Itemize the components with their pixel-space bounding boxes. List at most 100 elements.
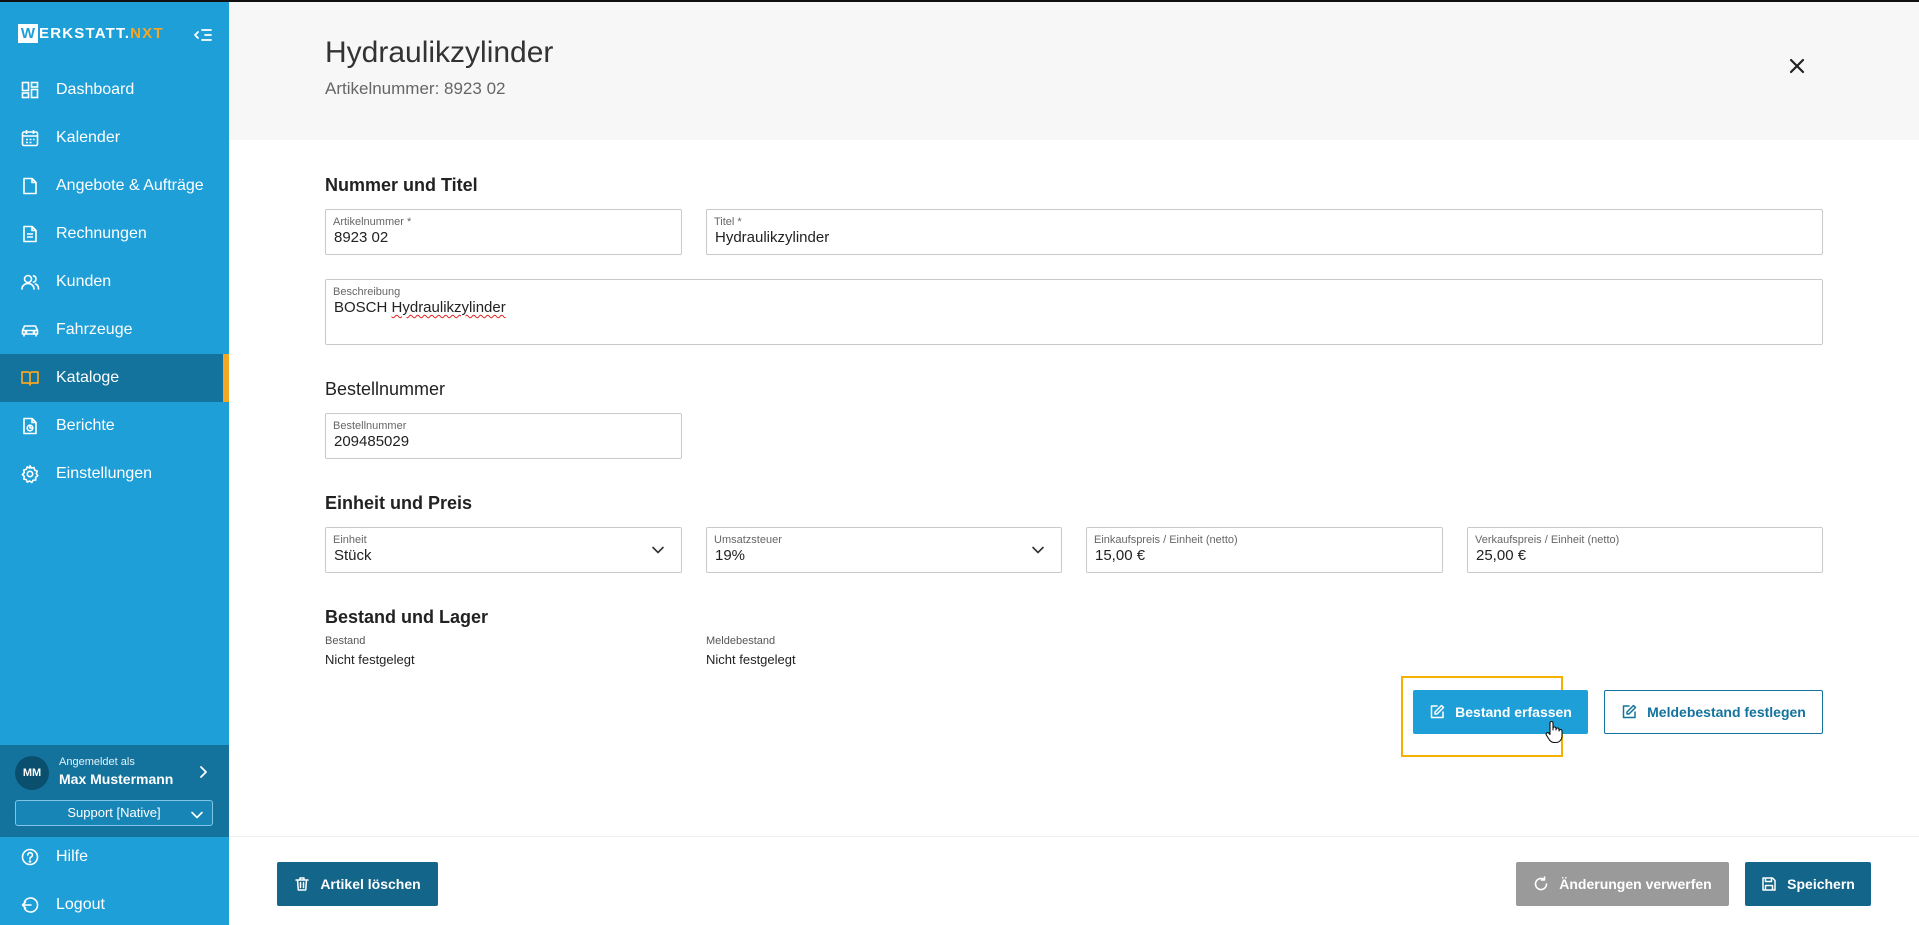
- field-value: Stück: [334, 547, 372, 564]
- field-label: Bestellnummer: [333, 420, 407, 432]
- save-icon: [1761, 876, 1777, 892]
- sidebar-item-kunden[interactable]: Kunden: [0, 258, 229, 306]
- meldebestand-value: Nicht festgelegt: [706, 652, 796, 667]
- section-title-bestand-lager: Bestand und Lager: [325, 607, 489, 627]
- titel-field[interactable]: Titel * Hydraulikzylinder: [706, 209, 1823, 255]
- edit-icon: [1621, 704, 1637, 720]
- einkaufspreis-field[interactable]: Einkaufspreis / Einheit (netto) 15,00 €: [1086, 527, 1443, 573]
- close-icon[interactable]: [1787, 56, 1807, 76]
- chevron-right-icon[interactable]: [196, 764, 210, 780]
- collapse-sidebar-icon[interactable]: [193, 25, 213, 45]
- field-value: 209485029: [334, 433, 410, 450]
- sidebar-item-rechnungen[interactable]: Rechnungen: [0, 210, 229, 258]
- sidebar-item-label: Kataloge: [56, 369, 120, 386]
- gear-icon: [20, 464, 40, 484]
- article-detail-panel: Hydraulikzylinder Artikelnummer: 8923 02…: [229, 0, 1919, 925]
- help-icon: [20, 847, 40, 867]
- field-value: 19%: [715, 547, 746, 564]
- artikelnummer-field[interactable]: Artikelnummer * 8923 02: [325, 209, 682, 255]
- edit-icon: [1429, 704, 1445, 720]
- field-label: Einheit: [333, 534, 367, 546]
- field-label: Beschreibung: [333, 286, 401, 298]
- discard-changes-button[interactable]: Änderungen verwerfen: [1516, 862, 1729, 906]
- button-label: Meldebestand festlegen: [1647, 704, 1806, 720]
- sidebar-item-label: Einstellungen: [56, 465, 153, 482]
- sidebar: W ERKSTATT. NXT Dashboard Kalender Angeb…: [0, 0, 229, 925]
- spellcheck-word: Hydraulikzylinder: [391, 299, 506, 316]
- field-value: Hydraulikzylinder: [715, 229, 830, 246]
- sidebar-item-kataloge[interactable]: Kataloge: [0, 354, 229, 402]
- field-value: 8923 02: [334, 229, 389, 246]
- field-label: Umsatzsteuer: [714, 534, 782, 546]
- sidebar-item-label: Logout: [56, 896, 105, 913]
- button-label: Änderungen verwerfen: [1559, 876, 1712, 892]
- sidebar-bottom-nav: Hilfe Logout: [0, 833, 229, 925]
- meldebestand-label: Meldebestand: [706, 635, 776, 647]
- delete-article-button[interactable]: Artikel löschen: [277, 862, 438, 906]
- report-icon: [20, 416, 40, 436]
- sidebar-nav: Dashboard Kalender Angebote & Aufträge R…: [0, 66, 229, 498]
- user-caption: Angemeldet als: [59, 756, 135, 768]
- sidebar-item-hilfe[interactable]: Hilfe: [0, 833, 229, 881]
- logo-text: ERKSTATT.: [39, 25, 131, 42]
- invoice-icon: [20, 224, 40, 244]
- verkaufspreis-field[interactable]: Verkaufspreis / Einheit (netto) 25,00 €: [1467, 527, 1823, 573]
- sidebar-item-einstellungen[interactable]: Einstellungen: [0, 450, 229, 498]
- field-label: Verkaufspreis / Einheit (netto): [1475, 534, 1620, 546]
- avatar[interactable]: MM: [15, 756, 49, 790]
- document-icon: [20, 176, 40, 196]
- chevron-down-icon: [1031, 543, 1045, 557]
- value-text: BOSCH: [334, 299, 392, 316]
- field-label: Artikelnummer *: [333, 216, 412, 228]
- dashboard-icon: [20, 80, 40, 100]
- logo-accent: NXT: [130, 25, 164, 42]
- sidebar-item-label: Berichte: [56, 417, 115, 434]
- meldebestand-festlegen-button[interactable]: Meldebestand festlegen: [1604, 690, 1823, 734]
- page-title: Hydraulikzylinder: [325, 36, 554, 69]
- user-panel: MM Angemeldet als Max Mustermann Support…: [0, 745, 229, 837]
- trash-icon: [294, 876, 310, 892]
- panel-footer: Artikel löschen Änderungen verwerfen Spe…: [229, 836, 1919, 925]
- button-label: Speichern: [1787, 876, 1855, 892]
- field-label: Einkaufspreis / Einheit (netto): [1094, 534, 1238, 546]
- calendar-icon: [20, 128, 40, 148]
- sidebar-item-logout[interactable]: Logout: [0, 881, 229, 925]
- user-name[interactable]: Max Mustermann: [59, 771, 173, 787]
- chevron-down-icon: [651, 543, 665, 557]
- beschreibung-field[interactable]: Beschreibung BOSCH Hydraulikzylinder: [325, 279, 1823, 345]
- field-label: Titel *: [714, 216, 742, 228]
- button-label: Artikel löschen: [320, 876, 421, 892]
- users-icon: [20, 272, 40, 292]
- section-title-einheit-preis: Einheit und Preis: [325, 493, 473, 513]
- bestand-label: Bestand: [325, 635, 366, 647]
- sidebar-item-dashboard[interactable]: Dashboard: [0, 66, 229, 114]
- sidebar-item-angebote[interactable]: Angebote & Aufträge: [0, 162, 229, 210]
- role-select-value: Support [Native]: [67, 805, 161, 820]
- field-value: BOSCH Hydraulikzylinder: [334, 299, 506, 316]
- sidebar-item-label: Hilfe: [56, 848, 89, 865]
- hand-cursor-icon: [1544, 720, 1564, 744]
- page-subtitle: Artikelnummer: 8923 02: [325, 79, 506, 98]
- einheit-select[interactable]: Einheit Stück: [325, 527, 682, 573]
- app-logo[interactable]: W ERKSTATT. NXT: [18, 24, 164, 43]
- book-icon: [20, 368, 40, 388]
- chevron-down-icon: [190, 806, 204, 820]
- save-button[interactable]: Speichern: [1745, 862, 1871, 906]
- sidebar-item-label: Kunden: [56, 273, 112, 290]
- role-select[interactable]: Support [Native]: [15, 800, 213, 826]
- logo-mark: W: [18, 24, 38, 43]
- field-value: 25,00 €: [1476, 547, 1527, 564]
- button-label: Bestand erfassen: [1455, 704, 1572, 720]
- bestellnummer-field[interactable]: Bestellnummer 209485029: [325, 413, 682, 459]
- field-value: 15,00 €: [1095, 547, 1146, 564]
- umsatzsteuer-select[interactable]: Umsatzsteuer 19%: [706, 527, 1062, 573]
- sidebar-item-kalender[interactable]: Kalender: [0, 114, 229, 162]
- sidebar-item-fahrzeuge[interactable]: Fahrzeuge: [0, 306, 229, 354]
- refresh-icon: [1533, 876, 1549, 892]
- logout-icon: [20, 895, 40, 915]
- section-title-bestellnummer: Bestellnummer: [325, 379, 446, 399]
- sidebar-item-berichte[interactable]: Berichte: [0, 402, 229, 450]
- window-top-border: [0, 0, 1919, 2]
- sidebar-header: W ERKSTATT. NXT: [18, 24, 213, 46]
- sidebar-item-label: Kalender: [56, 129, 121, 146]
